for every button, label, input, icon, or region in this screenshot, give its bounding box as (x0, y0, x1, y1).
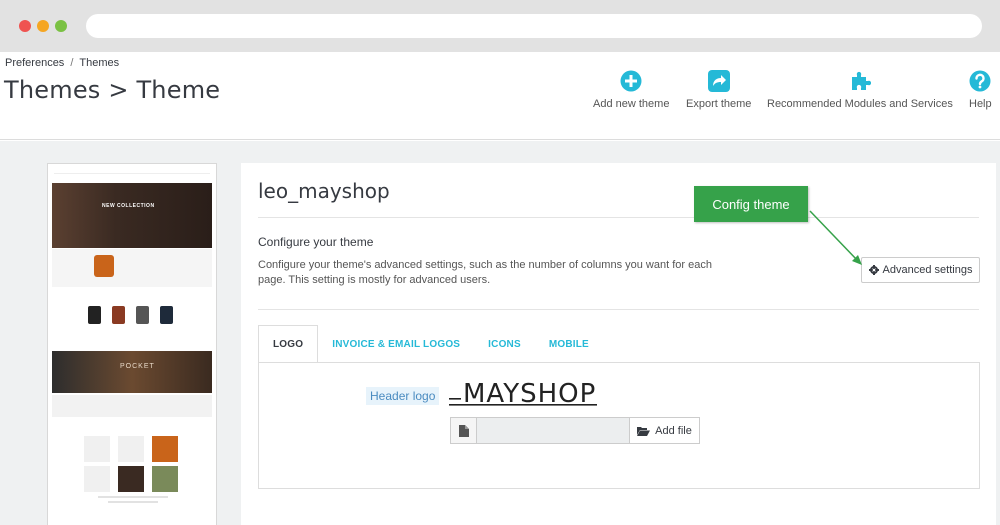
share-icon (707, 70, 730, 92)
export-theme-button[interactable]: Export theme (686, 70, 751, 110)
breadcrumb-themes[interactable]: Themes (79, 57, 119, 69)
preview-hero-banner: NEW COLLECTION (52, 183, 212, 248)
preview-text-line (98, 496, 168, 498)
preview-wallet-red (112, 306, 125, 324)
divider (258, 217, 979, 218)
breadcrumb-separator: / (70, 57, 74, 69)
preview-feature-row (52, 395, 212, 417)
file-icon (451, 418, 477, 443)
plus-circle-icon (620, 70, 642, 92)
callout-arrow-icon (809, 210, 862, 265)
advanced-settings-label: Advanced settings (882, 264, 973, 276)
add-new-theme-button[interactable]: Add new theme (593, 70, 669, 110)
logo-tab-content: Header logo MAYSHOP Add file (258, 362, 980, 489)
address-bar[interactable] (86, 14, 982, 38)
theme-name: leo_mayshop (258, 179, 390, 203)
page-header: Preferences / Themes Themes > Theme Add ne… (0, 52, 1000, 140)
puzzle-icon (851, 71, 871, 90)
preview-hero-text: NEW COLLECTION (102, 203, 155, 209)
tab-icons[interactable]: ICONS (474, 325, 535, 363)
configure-description: Configure your theme's advanced settings… (258, 259, 712, 286)
header-logo-label: Header logo (366, 387, 440, 405)
preview-wallet-navy (160, 306, 173, 324)
add-file-label: Add file (655, 424, 692, 437)
preview-text-line (108, 501, 158, 503)
page-title: Themes > Theme (4, 76, 221, 104)
preview-wallet-black (88, 306, 101, 324)
browser-chrome (0, 0, 1000, 52)
preview-nav-bar (54, 168, 210, 174)
preview-bag-image (94, 255, 114, 277)
recommended-modules-label: Recommended Modules and Services (767, 98, 953, 110)
preview-tile (84, 436, 110, 462)
preview-tile (118, 436, 144, 462)
preview-tile (152, 436, 178, 462)
add-new-theme-label: Add new theme (593, 98, 670, 110)
preview-wallet-grey (136, 306, 149, 324)
advanced-settings-button[interactable]: Advanced settings (861, 257, 980, 283)
tab-mobile[interactable]: MOBILE (535, 325, 603, 363)
divider (258, 309, 979, 310)
configure-title: Configure your theme (258, 235, 374, 249)
help-label: Help (969, 98, 992, 110)
file-upload-field: Add file (450, 417, 700, 444)
config-theme-callout: Config theme (694, 186, 808, 222)
preview-tile (152, 466, 178, 492)
tab-invoice-email-logos[interactable]: INVOICE & EMAIL LOGOS (318, 325, 474, 363)
tab-bar: LOGO INVOICE & EMAIL LOGOS ICONS MOBILE (258, 325, 603, 363)
export-theme-label: Export theme (686, 98, 752, 110)
preview-pocket-text: POCKET (120, 363, 155, 370)
help-icon (969, 70, 991, 92)
gear-icon (868, 265, 879, 275)
theme-config-panel: leo_mayshop Configure your theme Configu… (241, 163, 996, 525)
shop-logo-image: MAYSHOP (449, 379, 597, 409)
recommended-modules-button[interactable]: Recommended Modules and Services (767, 70, 953, 110)
minimize-window-dot[interactable] (37, 20, 49, 32)
tab-logo[interactable]: LOGO (258, 325, 319, 363)
add-file-button[interactable]: Add file (630, 418, 699, 443)
breadcrumb: Preferences / Themes (5, 57, 119, 69)
help-button[interactable]: Help (969, 70, 992, 110)
preview-tile (84, 466, 110, 492)
preview-tile (118, 466, 144, 492)
breadcrumb-preferences[interactable]: Preferences (5, 57, 64, 69)
preview-pocket-banner: POCKET (52, 351, 212, 393)
theme-preview-image: NEW COLLECTION POCKET (47, 163, 217, 525)
folder-open-icon (637, 426, 651, 436)
file-name-input[interactable] (477, 418, 630, 443)
maximize-window-dot[interactable] (55, 20, 67, 32)
preview-product-band (52, 249, 212, 287)
close-window-dot[interactable] (19, 20, 31, 32)
content-area: NEW COLLECTION POCKET leo_mayshop Config… (0, 141, 1000, 525)
